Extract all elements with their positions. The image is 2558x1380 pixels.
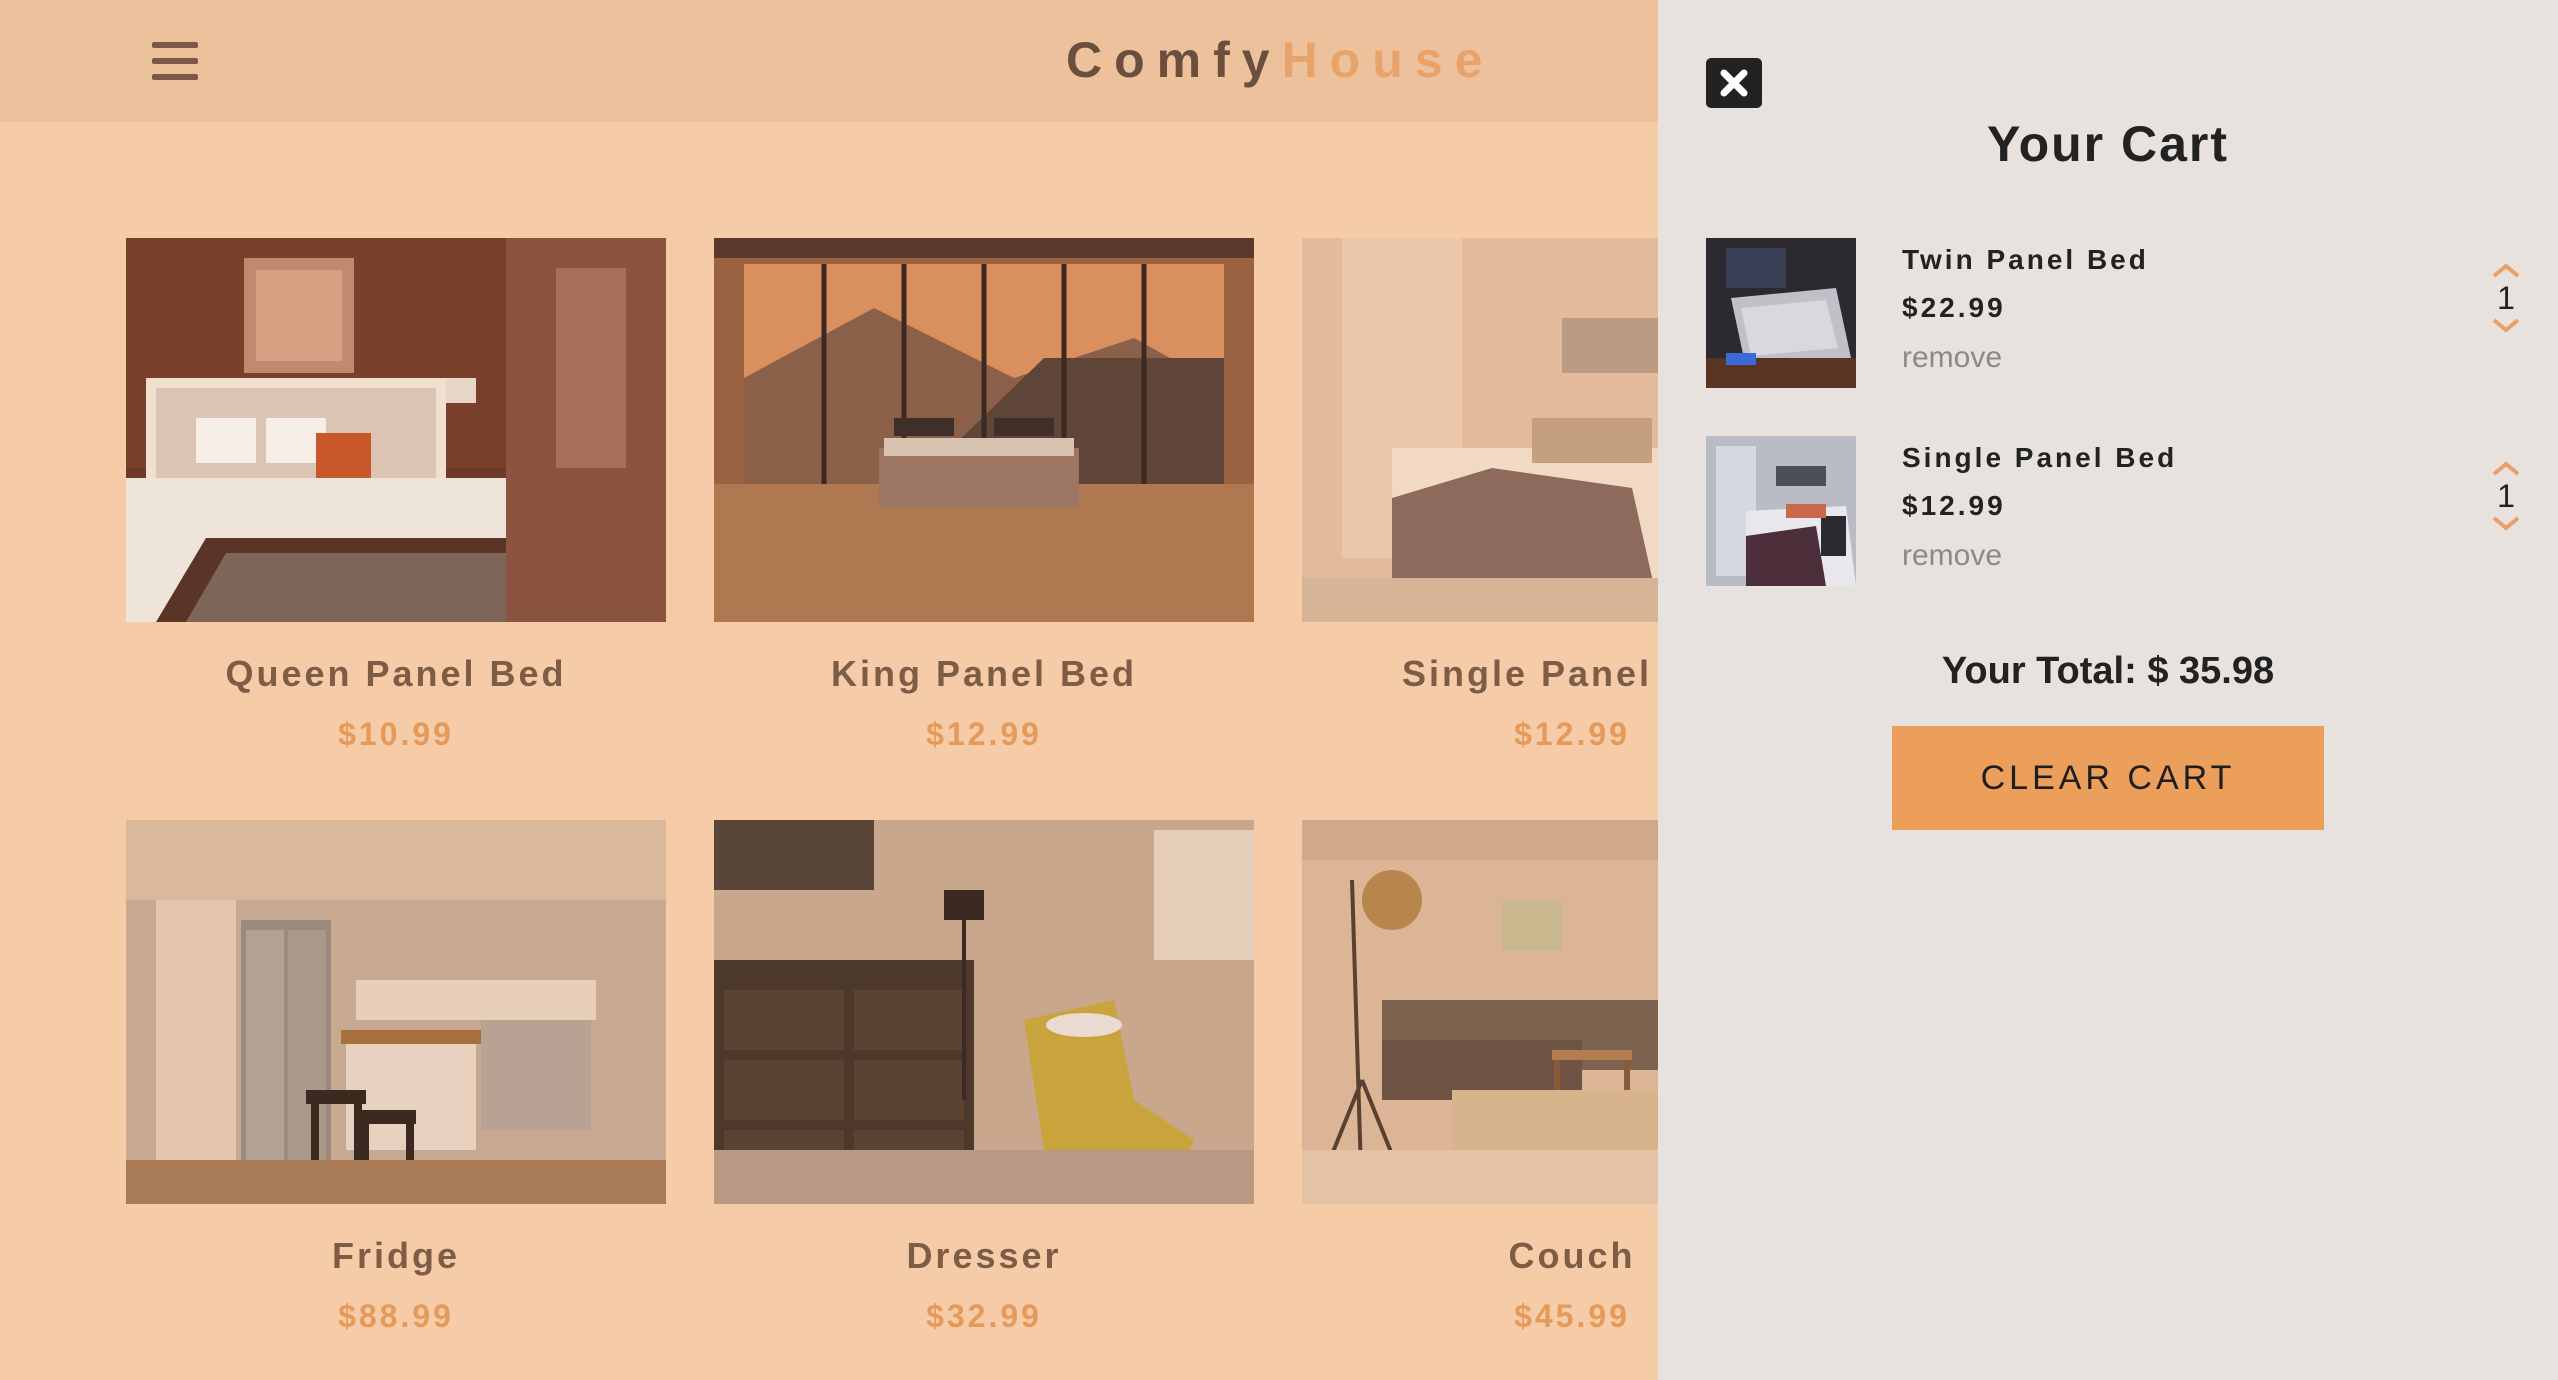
quantity-stepper: 1 [2486,260,2526,336]
cart-item-image [1706,436,1856,586]
cart-item-name: Single Panel Bed [1902,442,2178,473]
bedroom-image [714,238,1254,622]
product-price: $32.99 [926,1298,1042,1334]
remove-button[interactable]: remove [1902,538,2002,574]
dresser-room-image [714,820,1254,1204]
quantity-stepper: 1 [2486,458,2526,534]
logo[interactable]: ComfyHouse [1066,30,1494,90]
product-card[interactable]: Dresser $32.99 [714,820,1254,1336]
chevron-down-icon[interactable] [2486,514,2526,534]
cart-item-name: Twin Panel Bed [1902,244,2149,275]
bedroom-image [126,238,666,622]
close-icon-glyph [1720,69,1748,97]
cart-item: Single Panel Bed $12.99 remove 1 [1706,436,2526,586]
single-bed-thumbnail [1706,436,1856,586]
logo-part-comfy: Comfy [1066,32,1282,88]
chevron-up-icon[interactable] [2486,260,2526,280]
chevron-up-icon[interactable] [2486,458,2526,478]
cart-item-image [1706,238,1856,388]
twin-bed-thumbnail [1706,238,1856,388]
clear-cart-button[interactable]: CLEAR CART [1892,726,2324,830]
cart-item: Twin Panel Bed $22.99 remove 1 [1706,238,2526,388]
quantity-value: 1 [2497,280,2515,316]
cart-title: Your Cart [1986,116,2230,172]
remove-button[interactable]: remove [1902,340,2002,376]
quantity-value: 1 [2497,478,2515,514]
kitchen-image [126,820,666,1204]
logo-part-house: House [1281,32,1495,88]
product-card[interactable]: Fridge $88.99 [126,820,666,1336]
menu-icon[interactable] [152,42,198,80]
close-icon[interactable] [1706,58,1762,108]
product-price: $88.99 [338,1298,454,1334]
cart-item-price: $12.99 [1902,490,2006,521]
product-image[interactable] [126,820,666,1204]
product-name: King Panel Bed [830,653,1138,694]
product-price: $10.99 [338,716,454,752]
product-card[interactable]: Queen Panel Bed $10.99 [126,238,666,754]
product-price: $12.99 [926,716,1042,752]
product-name: Fridge [331,1235,460,1276]
product-image[interactable] [126,238,666,622]
product-name: Dresser [906,1235,1062,1276]
cart-total: Your Total: $ 35.98 [1941,650,2275,692]
product-card[interactable]: King Panel Bed $12.99 [714,238,1254,754]
product-image[interactable] [714,820,1254,1204]
cart-panel: Your Cart Twin Panel Bed $22.99 remove 1 [1658,0,2558,1380]
cart-item-price: $22.99 [1902,292,2006,323]
chevron-down-icon[interactable] [2486,316,2526,336]
product-name: Queen Panel Bed [225,653,567,694]
product-image[interactable] [714,238,1254,622]
